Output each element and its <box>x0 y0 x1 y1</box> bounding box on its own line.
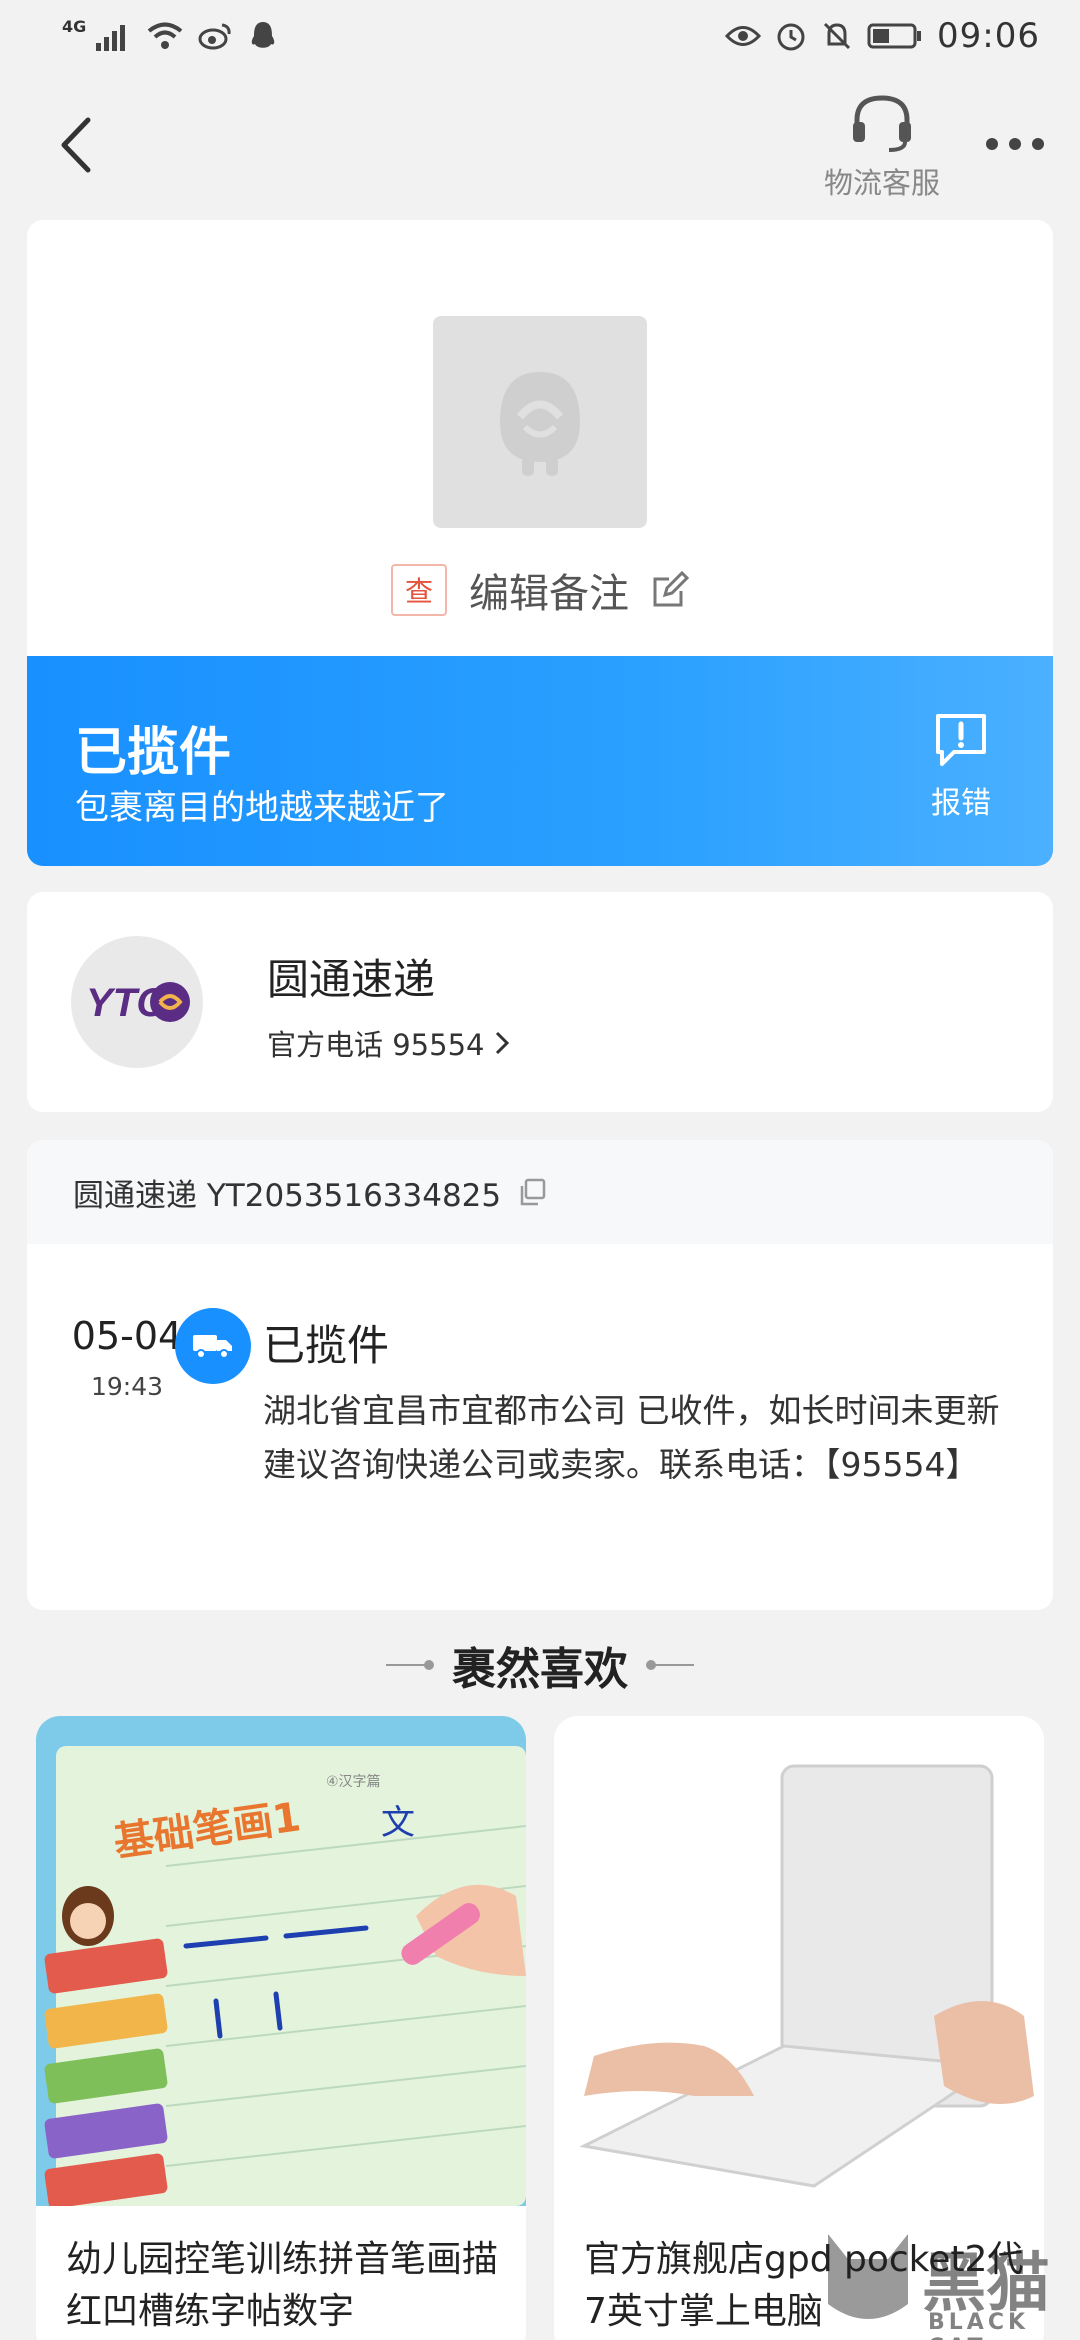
heading-divider-right <box>646 1660 694 1670</box>
headset-icon <box>853 95 911 152</box>
event-description: 湖北省宜昌市宜都市公司 已收件，如长时间未更新建议咨询快递公司或卖家。联系电话：… <box>263 1391 1000 1484</box>
product-name: 幼儿园控笔训练拼音笔画描红凹槽练字帖数字 <box>66 2239 499 2332</box>
nav-bar: 物流客服 <box>0 72 1080 212</box>
qq-icon <box>252 22 275 48</box>
tracking-card: 圆通速递 YT2053516334825 05-04 19:43 已揽件 湖北省… <box>27 1140 1053 1610</box>
grid-sample-char: 文 <box>381 1803 415 1843</box>
edit-note-label: 编辑备注 <box>469 571 629 617</box>
product-image-pocket-pc <box>554 1716 1044 2206</box>
event-time: 19:43 <box>90 1372 164 1401</box>
shipment-status-banner: 已揽件 包裹离目的地越来越近了 报错 <box>27 656 1053 866</box>
more-dots-icon <box>986 138 1044 150</box>
product-card-copybook[interactable]: 基础笔画1 ④汉字篇 文 幼儿园控笔训练拼音笔画描红凹槽练字帖数字 <box>36 1716 526 2340</box>
package-thumbnail[interactable] <box>433 316 647 528</box>
package-card: 查 编辑备注 <box>27 220 1053 666</box>
weibo-icon <box>198 23 231 50</box>
report-error-label: 报错 <box>931 786 991 821</box>
status-bar: 4G 09:06 <box>0 0 1080 72</box>
more-button[interactable] <box>980 124 1050 164</box>
clock: 09:06 <box>937 16 1040 56</box>
wifi-icon <box>148 22 183 49</box>
recommend-title: 裹然喜欢 <box>452 1644 628 1695</box>
edit-note-row[interactable]: 查 编辑备注 <box>27 550 1053 630</box>
courier-logo: YTO <box>71 936 203 1068</box>
status-left: 4G <box>62 16 278 52</box>
tracking-number: 圆通速递 YT2053516334825 <box>73 1177 502 1214</box>
courier-phone-link[interactable]: 官方电话 95554 <box>267 1022 510 1064</box>
mute-bell-icon <box>823 22 851 50</box>
logistics-service-button[interactable]: 物流客服 <box>812 92 952 212</box>
shipment-status-title: 已揽件 <box>75 723 232 783</box>
report-error-icon <box>936 714 986 766</box>
status-right: 09:06 <box>725 16 1040 56</box>
truck-icon <box>193 1335 232 1359</box>
courier-card: YTO 圆通速递 官方电话 95554 <box>27 892 1053 1112</box>
network-type: 4G <box>62 16 87 36</box>
heading-divider-left <box>386 1660 434 1670</box>
tracking-header: 圆通速递 YT2053516334825 <box>27 1140 1053 1244</box>
placeholder-mascot-icon <box>500 372 580 476</box>
edit-icon <box>653 571 689 607</box>
chevron-left-icon <box>61 117 91 173</box>
back-button[interactable] <box>52 110 102 180</box>
recommend-heading: 裹然喜欢 <box>0 1630 1080 1700</box>
event-status-badge <box>175 1308 251 1384</box>
alarm-icon <box>777 23 805 51</box>
chevron-right-icon <box>496 1031 510 1055</box>
product-name: 官方旗舰店gpd pocket2代7英寸掌上电脑 <box>584 2239 1024 2332</box>
eye-icon <box>725 26 762 46</box>
report-error-button[interactable]: 报错 <box>921 712 1001 822</box>
query-tag: 查 <box>390 564 447 616</box>
copy-icon[interactable] <box>517 1177 547 1207</box>
event-title: 已揽件 <box>263 1321 390 1370</box>
yto-logo-icon: YTO <box>86 981 190 1025</box>
signal-icon <box>96 25 126 51</box>
product-card-pocket-pc[interactable]: 官方旗舰店gpd pocket2代7英寸掌上电脑 <box>554 1716 1044 2340</box>
shipment-status-subtitle: 包裹离目的地越来越近了 <box>75 788 449 828</box>
courier-phone-label: 官方电话 95554 <box>267 1028 485 1062</box>
service-label: 物流客服 <box>823 166 940 200</box>
courier-name: 圆通速递 <box>267 955 436 1004</box>
product-image-copybook: 基础笔画1 ④汉字篇 文 <box>36 1716 526 2206</box>
battery-icon <box>867 23 922 49</box>
book-corner-label: ④汉字篇 <box>326 1774 381 1790</box>
